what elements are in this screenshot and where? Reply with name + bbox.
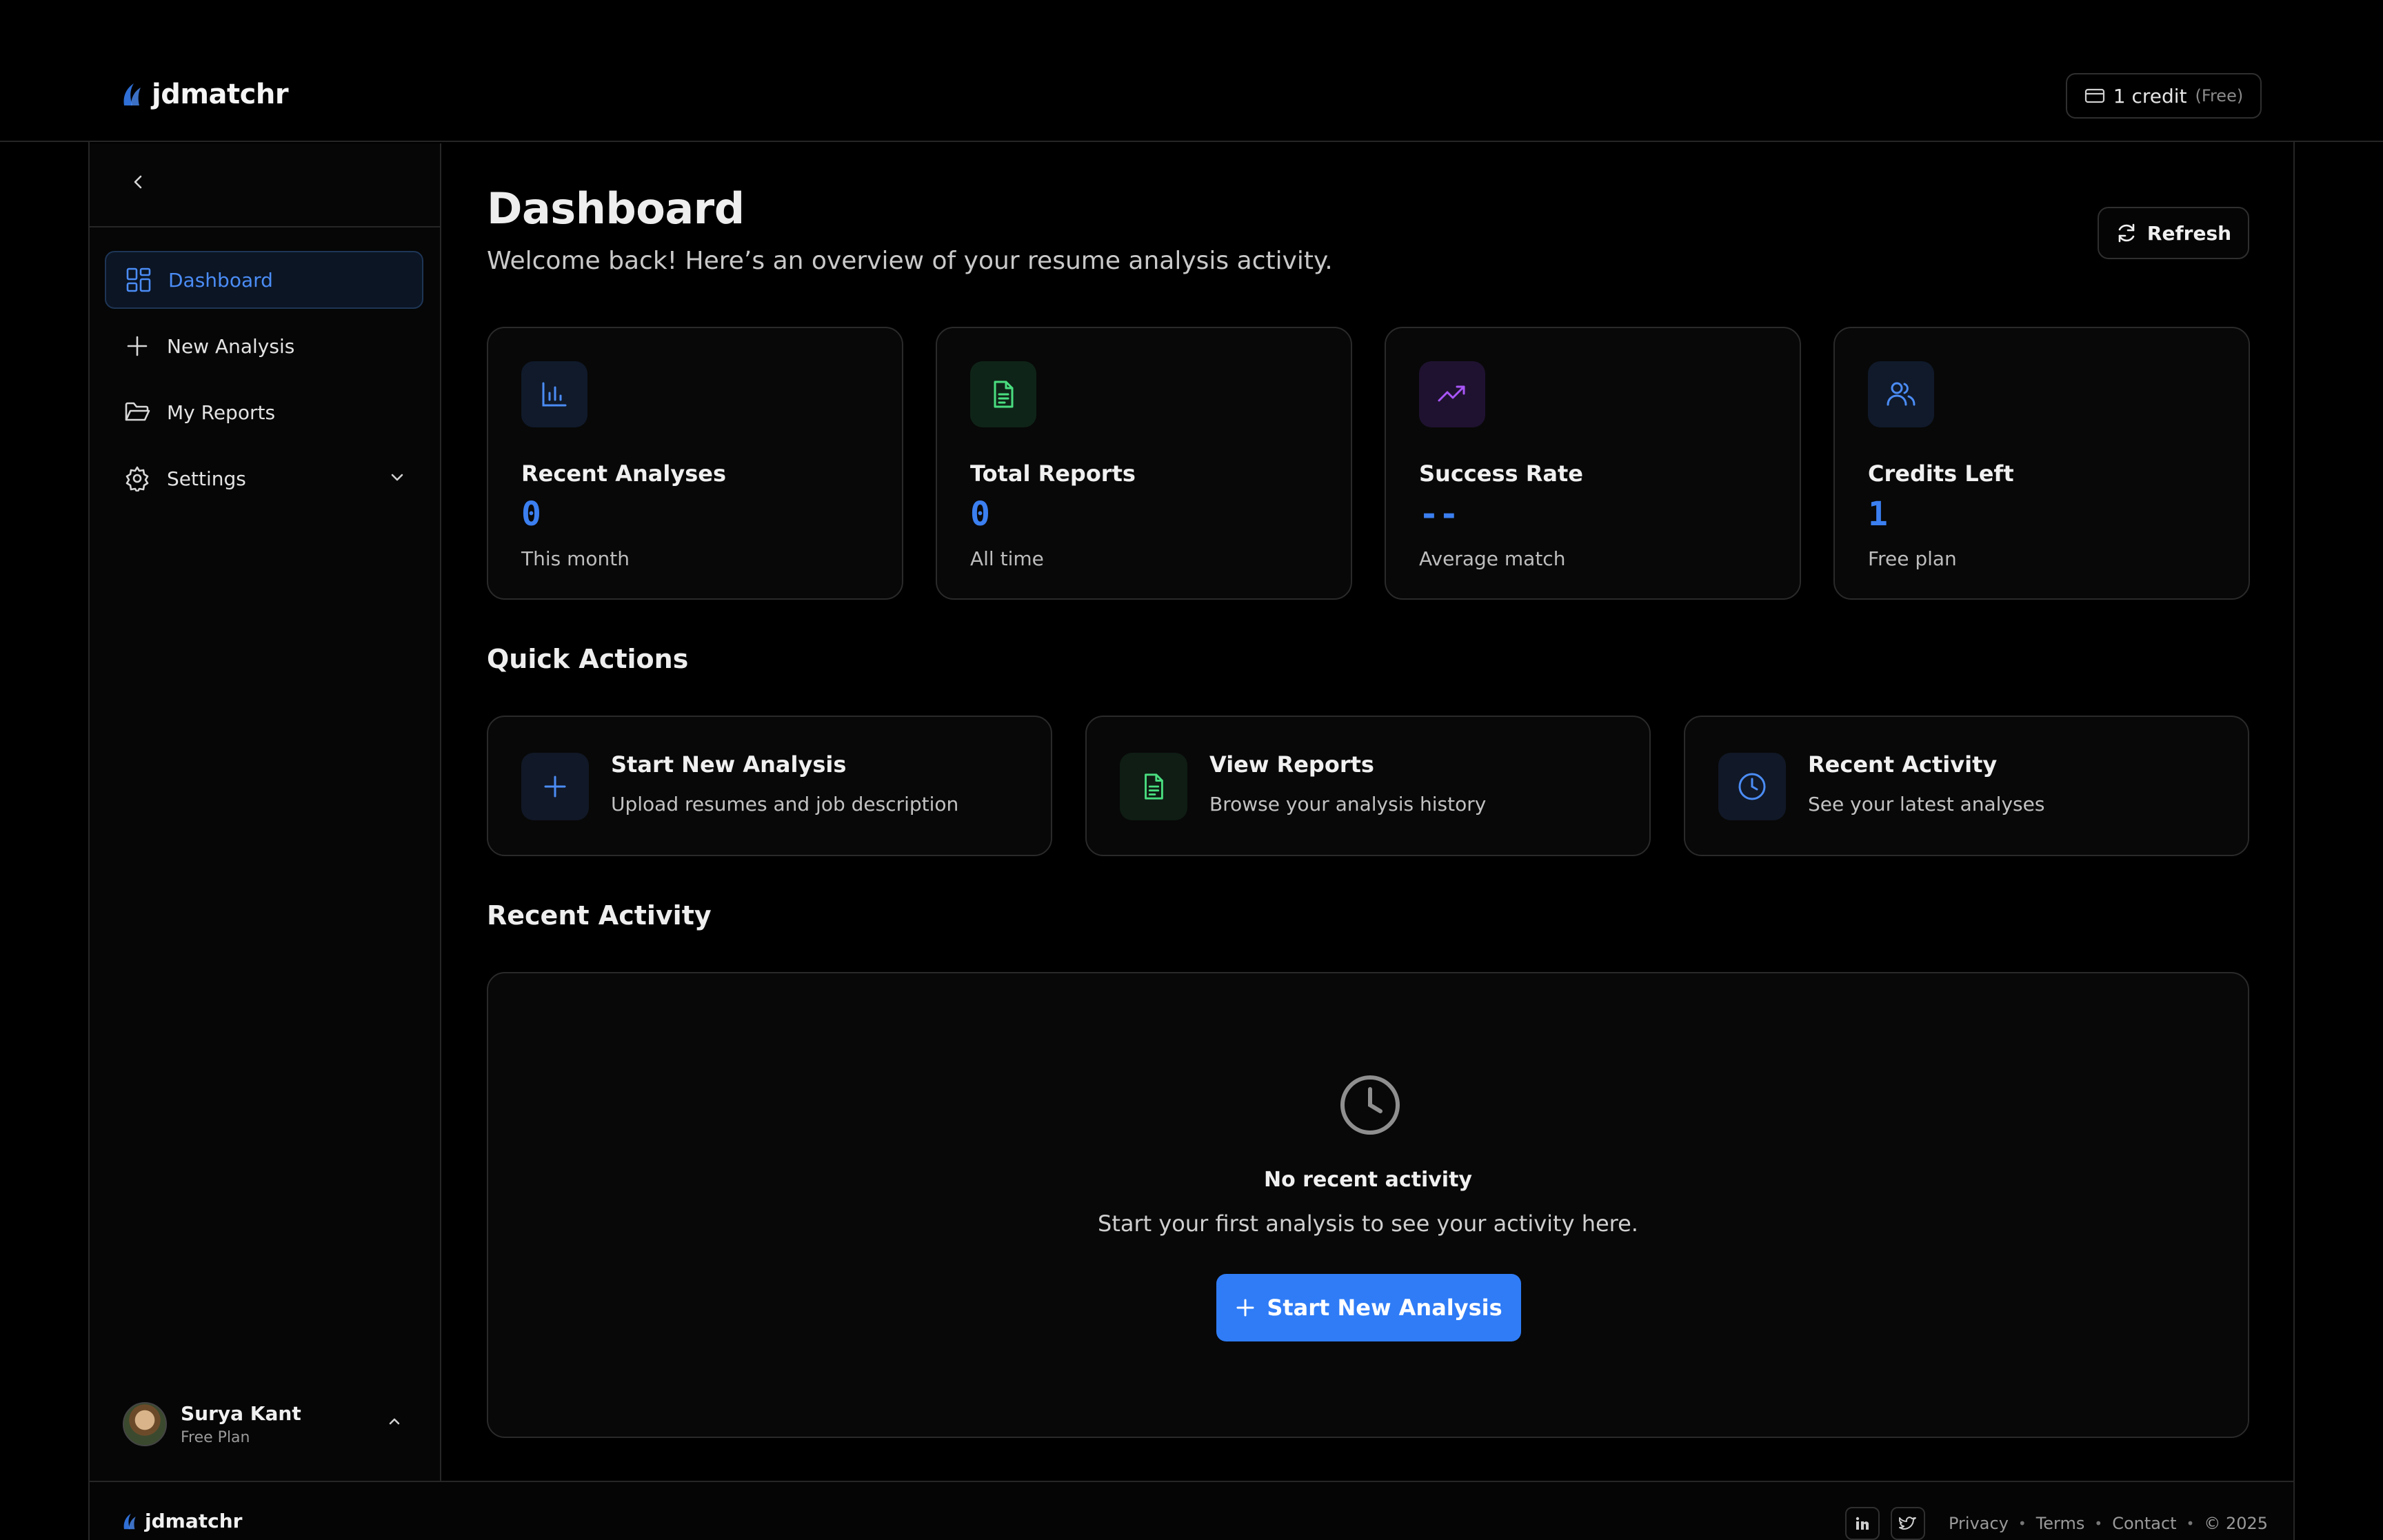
sidebar-item-dashboard[interactable]: Dashboard [105,251,423,309]
credit-badge[interactable]: 1 credit (Free) [2066,73,2262,119]
top-header: jdmatchr 1 credit (Free) [0,0,2383,142]
sidebar-item-label: New Analysis [167,334,295,358]
separator-dot: • [2018,1515,2027,1532]
brand-logo[interactable]: jdmatchr [119,79,289,110]
credit-amount: 1 credit [2113,84,2187,108]
sidebar: Dashboard New Analysis My Reports Settin… [90,143,441,1481]
sidebar-item-settings[interactable]: Settings [105,449,423,507]
user-plan: Free Plan [181,1429,250,1446]
quick-action-recent-activity[interactable]: Recent Activity See your latest analyses [1684,716,2249,856]
footer-link-contact[interactable]: Contact [2112,1514,2176,1533]
separator-dot: • [2094,1515,2103,1532]
refresh-icon [2115,222,2138,244]
footer-link-terms[interactable]: Terms [2036,1514,2085,1533]
document-icon [1120,753,1187,820]
separator-dot: • [2186,1515,2195,1532]
stat-caption: Free plan [1868,547,1957,570]
clock-icon [1718,753,1786,820]
stat-caption: Average match [1419,547,1566,570]
sidebar-item-label: Settings [167,467,246,490]
quick-action-title: Start New Analysis [611,751,847,778]
sidebar-divider [90,226,440,227]
user-menu[interactable]: Surya Kant Free Plan [123,1397,412,1452]
clock-icon [1339,1074,1401,1136]
linkedin-icon [1854,1515,1871,1532]
bar-chart-icon [521,361,587,427]
twitter-button[interactable] [1891,1507,1925,1540]
stat-value: 0 [521,495,541,534]
refresh-label: Refresh [2146,221,2232,245]
quick-actions-title: Quick Actions [487,644,689,674]
recent-activity-title: Recent Activity [487,900,712,931]
stat-value: -- [1419,495,1459,534]
refresh-button[interactable]: Refresh [2098,207,2249,259]
stat-label: Recent Analyses [521,460,726,487]
chevron-left-icon [131,174,145,190]
stat-label: Credits Left [1868,460,2014,487]
start-new-analysis-button[interactable]: Start New Analysis [1216,1274,1521,1341]
twitter-icon [1899,1515,1917,1532]
quick-action-title: Recent Activity [1808,751,1998,778]
footer-brand[interactable]: jdmatchr [120,1510,242,1532]
empty-state-title: No recent activity [1264,1168,1472,1192]
chevron-down-icon [389,469,405,485]
plus-icon [124,333,150,359]
quick-action-title: View Reports [1209,751,1374,778]
sidebar-item-my-reports[interactable]: My Reports [105,383,423,441]
page-subtitle: Welcome back! Here’s an overview of your… [487,247,1333,275]
stat-value: 0 [970,495,990,534]
plus-icon [1235,1297,1256,1318]
stat-label: Total Reports [970,460,1136,487]
copyright: © 2025 [2204,1514,2269,1533]
quick-action-desc: Upload resumes and job description [611,793,959,815]
quick-action-start-analysis[interactable]: Start New Analysis Upload resumes and jo… [487,716,1052,856]
credit-plan: (Free) [2195,86,2244,105]
empty-state-subtitle: Start your first analysis to see your ac… [1098,1210,1638,1237]
credit-card-icon [2084,88,2105,104]
quick-action-desc: Browse your analysis history [1209,793,1487,815]
logo-icon [119,81,143,108]
sidebar-item-label: My Reports [167,401,276,424]
collapse-sidebar-button[interactable] [124,168,152,196]
grid-icon [125,267,152,293]
sidebar-nav: Dashboard New Analysis My Reports Settin… [105,251,423,516]
stat-card-credits-left: Credits Left 1 Free plan [1833,327,2250,600]
brand-name: jdmatchr [152,79,289,110]
sidebar-item-new-analysis[interactable]: New Analysis [105,317,423,375]
document-icon [970,361,1036,427]
recent-activity-empty-state: No recent activity Start your first anal… [487,972,2249,1438]
stat-label: Success Rate [1419,460,1583,487]
stat-caption: This month [521,547,630,570]
cta-label: Start New Analysis [1267,1295,1502,1321]
footer-links: Privacy • Terms • Contact • © 2025 [1949,1514,2268,1533]
footer-link-privacy[interactable]: Privacy [1949,1514,2009,1533]
trending-up-icon [1419,361,1485,427]
users-icon [1868,361,1934,427]
logo-icon [120,1512,138,1531]
avatar [123,1402,167,1446]
plus-icon [521,753,589,820]
sidebar-item-label: Dashboard [168,268,273,292]
folder-icon [124,399,150,425]
quick-action-desc: See your latest analyses [1808,793,2045,815]
stat-value: 1 [1868,495,1888,534]
user-name: Surya Kant [181,1402,301,1425]
footer: jdmatchr Privacy • Terms • Contact • © 2… [90,1481,2293,1540]
stat-card-success-rate: Success Rate -- Average match [1385,327,1801,600]
linkedin-button[interactable] [1845,1507,1880,1540]
stat-caption: All time [970,547,1044,570]
quick-action-view-reports[interactable]: View Reports Browse your analysis histor… [1085,716,1651,856]
footer-brand-name: jdmatchr [145,1510,243,1532]
stat-card-total-reports: Total Reports 0 All time [936,327,1352,600]
stat-card-recent-analyses: Recent Analyses 0 This month [487,327,903,600]
chevron-up-icon [386,1413,403,1430]
page-title: Dashboard [487,183,745,234]
gear-icon [124,465,150,492]
